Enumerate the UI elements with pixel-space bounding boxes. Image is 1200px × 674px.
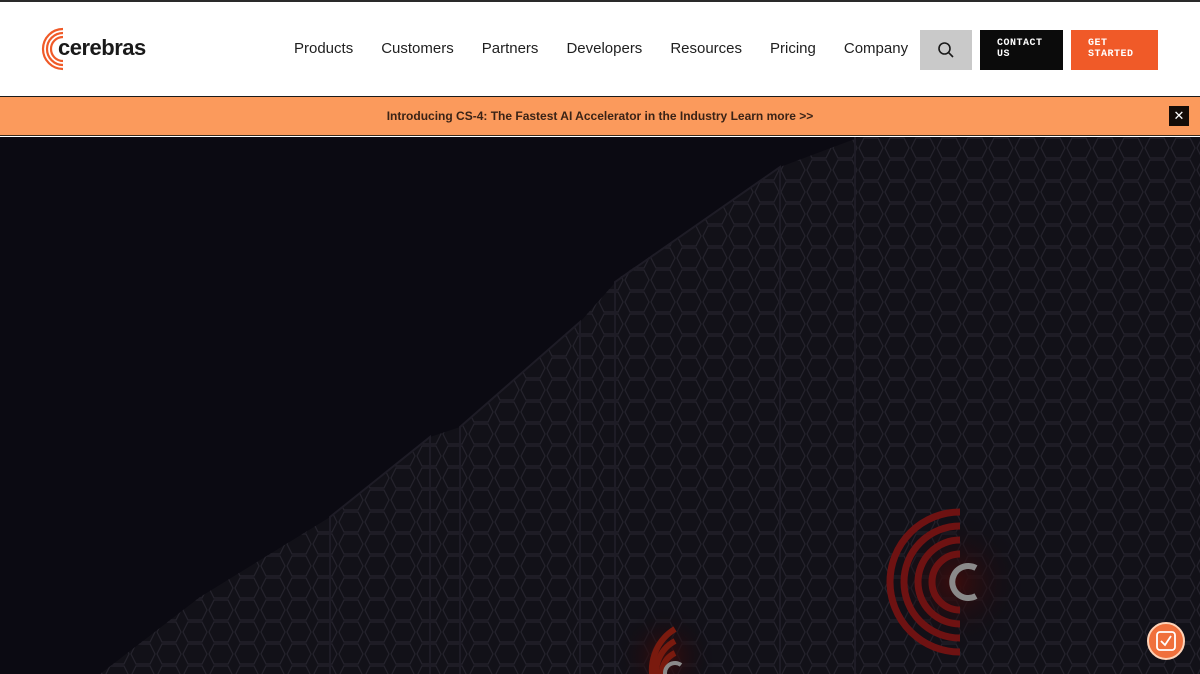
banner-text: Introducing CS-4: The Fastest AI Acceler… bbox=[386, 109, 728, 123]
nav-company[interactable]: Company bbox=[844, 40, 908, 57]
floating-badge-button[interactable] bbox=[1147, 622, 1185, 660]
contact-us-button[interactable]: CONTACT US bbox=[980, 30, 1063, 70]
nav-customers[interactable]: Customers bbox=[381, 40, 454, 57]
nav-pricing[interactable]: Pricing bbox=[770, 40, 816, 57]
site-header: cerebras Products Customers Partners Dev… bbox=[0, 2, 1200, 97]
contact-us-line-1: CONTACT bbox=[997, 38, 1043, 49]
cerebras-logo[interactable]: cerebras bbox=[40, 26, 146, 72]
nav-developers[interactable]: Developers bbox=[566, 40, 642, 57]
contact-us-line-2: US bbox=[997, 49, 1011, 60]
nav-resources[interactable]: Resources bbox=[670, 40, 742, 57]
hero-visual bbox=[100, 137, 1200, 674]
search-icon bbox=[938, 42, 954, 58]
get-started-line-2: STARTED bbox=[1088, 49, 1134, 60]
nav-partners[interactable]: Partners bbox=[482, 40, 539, 57]
banner-close-button[interactable]: ✕ bbox=[1169, 106, 1189, 126]
hero-section bbox=[0, 137, 1200, 674]
banner-learn-more-link[interactable]: Learn more >> bbox=[731, 109, 814, 123]
get-started-button[interactable]: GET STARTED bbox=[1071, 30, 1158, 70]
nav-products[interactable]: Products bbox=[294, 40, 353, 57]
search-button[interactable] bbox=[920, 30, 972, 70]
close-icon: ✕ bbox=[1173, 108, 1185, 123]
banner-message: Introducing CS-4: The Fastest AI Acceler… bbox=[0, 109, 1200, 123]
get-started-line-1: GET bbox=[1088, 38, 1108, 49]
logo-wordmark: cerebras bbox=[58, 35, 146, 60]
main-nav: Products Customers Partners Developers R… bbox=[294, 40, 936, 57]
announcement-banner: Introducing CS-4: The Fastest AI Acceler… bbox=[0, 97, 1200, 136]
check-badge-icon bbox=[1156, 631, 1176, 651]
